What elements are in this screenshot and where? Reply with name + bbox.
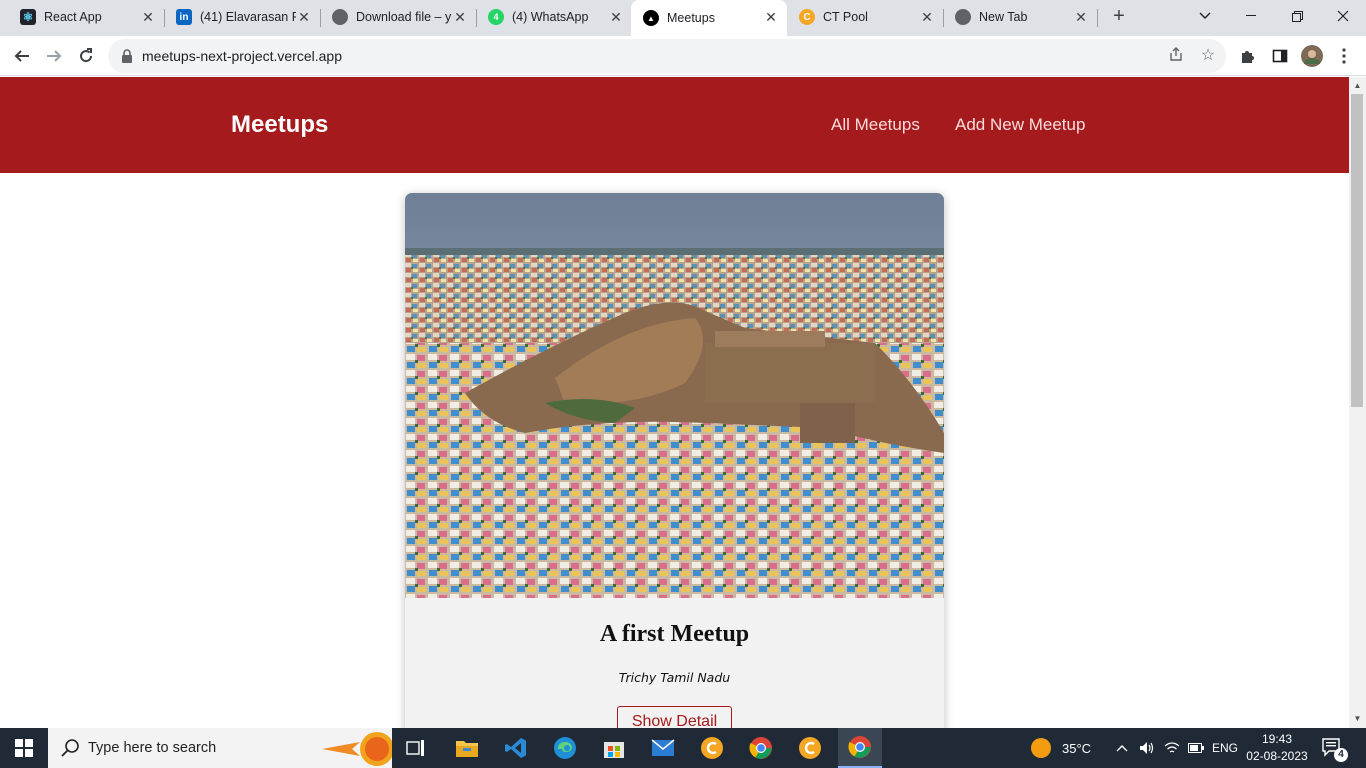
new-tab-button[interactable]: + — [1108, 6, 1130, 28]
tray-chevron-up-icon[interactable] — [1116, 728, 1128, 768]
close-tab-icon[interactable]: ✕ — [608, 9, 624, 25]
meetup-image — [405, 193, 944, 598]
ctpool-app-icon-2[interactable] — [794, 732, 826, 764]
linkedin-icon: in — [176, 9, 192, 25]
nav-add-new-meetup[interactable]: Add New Meetup — [955, 115, 1085, 135]
volume-icon[interactable] — [1139, 728, 1155, 768]
tab-new-tab[interactable]: New Tab ✕ — [943, 0, 1098, 34]
weather-widget[interactable]: 35°C — [1030, 728, 1091, 768]
minimize-button[interactable] — [1228, 0, 1274, 32]
chrome-icon — [955, 9, 971, 25]
site-header: Meetups All Meetups Add New Meetup — [0, 77, 1349, 173]
windows-taskbar: Type here to search 35°C ENG 19:43 02-08… — [0, 728, 1366, 768]
taskbar-search-box[interactable]: Type here to search — [48, 728, 392, 768]
windows-start-button[interactable] — [0, 728, 48, 768]
search-highlight-sun-icon — [322, 732, 392, 766]
task-view-icon[interactable] — [400, 732, 432, 764]
react-icon: ⚛ — [20, 9, 36, 25]
extensions-puzzle-icon[interactable] — [1236, 44, 1260, 68]
scrollbar-thumb[interactable] — [1351, 94, 1363, 407]
close-tab-icon[interactable]: ✕ — [140, 9, 156, 25]
tab-meetups[interactable]: ▲ Meetups ✕ — [631, 0, 787, 36]
meetup-title: A first Meetup — [599, 621, 750, 647]
clock-date: 02-08-2023 — [1246, 749, 1308, 763]
tab-linkedin[interactable]: in (41) Elavarasan R ✕ — [164, 0, 321, 34]
tab-label: (4) WhatsApp — [512, 10, 589, 24]
chrome-active-window-icon[interactable] — [838, 728, 882, 768]
taskbar-clock[interactable]: 19:43 02-08-2023 — [1246, 731, 1308, 765]
tab-search-chevron-icon[interactable] — [1182, 0, 1228, 32]
sun-weather-icon — [1031, 738, 1051, 758]
page-viewport: Meetups All Meetups Add New Meetup A fir… — [0, 77, 1349, 728]
chrome-icon[interactable] — [745, 732, 777, 764]
show-detail-button[interactable]: Show Detail — [617, 706, 732, 728]
notification-center-icon[interactable]: 4 — [1322, 728, 1348, 768]
meetup-address: Trichy Tamil Nadu — [618, 670, 731, 685]
close-tab-icon[interactable]: ✕ — [1073, 9, 1089, 25]
ctpool-app-icon[interactable] — [696, 732, 728, 764]
nav-all-meetups[interactable]: All Meetups — [831, 115, 920, 135]
tab-label: Meetups — [667, 11, 715, 25]
close-tab-icon[interactable]: ✕ — [452, 9, 468, 25]
tab-label: New Tab — [979, 10, 1028, 24]
whatsapp-icon: 4 — [488, 9, 504, 25]
vscode-icon[interactable] — [500, 732, 532, 764]
edge-browser-icon[interactable] — [549, 732, 581, 764]
vercel-icon: ▲ — [643, 10, 659, 26]
microsoft-store-icon[interactable] — [598, 732, 630, 764]
battery-icon[interactable] — [1188, 728, 1204, 768]
tab-label: React App — [44, 10, 102, 24]
file-explorer-icon[interactable] — [451, 732, 483, 764]
close-tab-icon[interactable]: ✕ — [919, 9, 935, 25]
clock-time: 19:43 — [1261, 732, 1293, 746]
ctpool-icon: C — [799, 9, 815, 25]
reload-icon[interactable] — [74, 44, 98, 68]
search-icon — [61, 739, 79, 757]
address-bar[interactable]: meetups-next-project.vercel.app ☆ — [108, 39, 1226, 73]
close-window-button[interactable] — [1320, 0, 1366, 32]
mail-icon[interactable] — [647, 732, 679, 764]
tab-separator — [1097, 9, 1098, 27]
tab-react-app[interactable]: ⚛ React App ✕ — [8, 0, 165, 34]
globe-icon — [332, 9, 348, 25]
browser-menu-icon[interactable] — [1332, 44, 1356, 68]
url-text[interactable]: meetups-next-project.vercel.app — [142, 48, 342, 64]
tab-label: Download file – y — [356, 10, 452, 24]
scroll-down-arrow-icon[interactable]: ▼ — [1353, 714, 1362, 723]
bookmark-star-icon[interactable]: ☆ — [1198, 46, 1218, 66]
browser-toolbar: meetups-next-project.vercel.app ☆ — [0, 36, 1366, 76]
tab-label: CT Pool — [823, 10, 868, 24]
scroll-up-arrow-icon[interactable]: ▲ — [1353, 81, 1362, 90]
wifi-icon[interactable] — [1164, 728, 1180, 768]
lock-icon[interactable] — [120, 48, 134, 64]
language-indicator[interactable]: ENG — [1212, 728, 1238, 768]
close-tab-icon[interactable]: ✕ — [763, 9, 779, 25]
site-logo[interactable]: Meetups — [231, 111, 328, 139]
close-tab-icon[interactable]: ✕ — [296, 9, 312, 25]
notification-count-badge: 4 — [1334, 748, 1348, 762]
page-scrollbar[interactable]: ▲ ▼ — [1349, 77, 1366, 728]
tab-whatsapp[interactable]: 4 (4) WhatsApp ✕ — [476, 0, 632, 34]
profile-avatar[interactable] — [1300, 44, 1324, 68]
tab-label: (41) Elavarasan R — [200, 10, 296, 24]
restore-button[interactable] — [1274, 0, 1320, 32]
tab-download-file[interactable]: Download file – y ✕ — [320, 0, 477, 34]
windows-logo-icon — [15, 739, 33, 757]
search-placeholder[interactable]: Type here to search — [88, 740, 216, 756]
weather-temperature: 35°C — [1062, 740, 1092, 756]
side-panel-icon[interactable] — [1268, 44, 1292, 68]
browser-tab-strip: ⚛ React App ✕ in (41) Elavarasan R ✕ Dow… — [0, 0, 1366, 36]
tab-ct-pool[interactable]: C CT Pool ✕ — [787, 0, 944, 34]
back-arrow-icon[interactable] — [10, 44, 34, 68]
share-icon[interactable] — [1166, 46, 1186, 66]
meetup-card: A first Meetup Trichy Tamil Nadu Show De… — [405, 193, 944, 728]
forward-arrow-icon[interactable] — [42, 44, 66, 68]
